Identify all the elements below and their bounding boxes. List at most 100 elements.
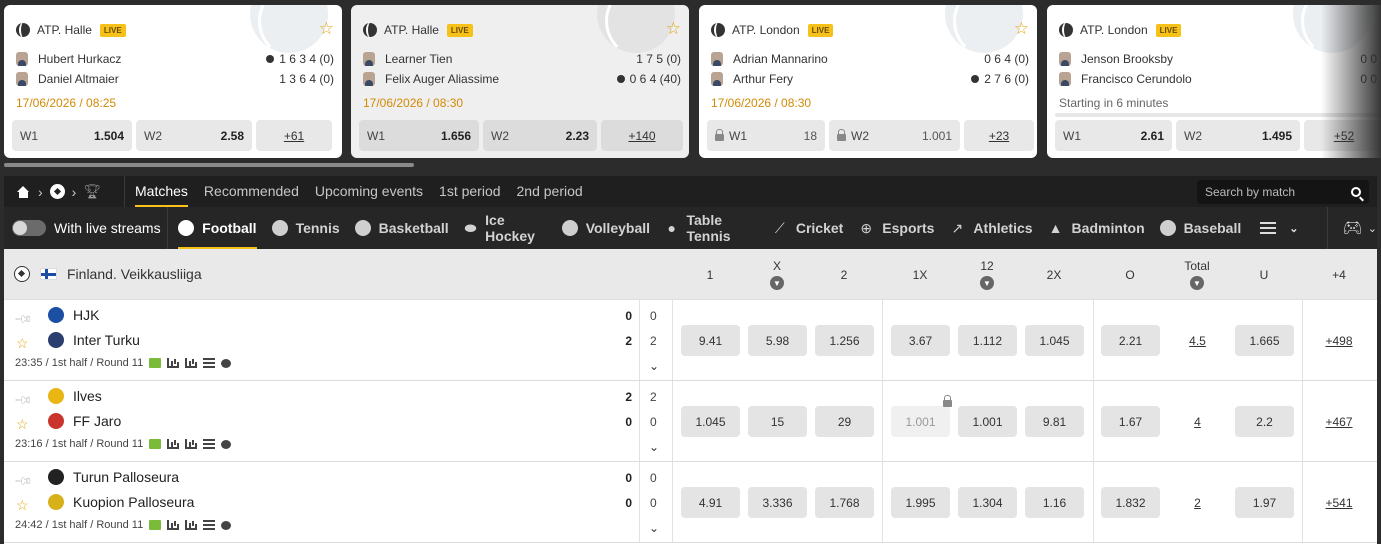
list-icon[interactable]	[203, 439, 216, 449]
pin-icon[interactable]: 📌︎	[13, 471, 34, 492]
tab-matches[interactable]: Matches	[135, 176, 188, 207]
odds-2x-button[interactable]: 1.16	[1025, 487, 1084, 518]
sport-tab-baseball[interactable]: Baseball	[1159, 207, 1241, 249]
odds-2-button[interactable]: 1.768	[815, 487, 874, 518]
odds-12-button[interactable]: 1.001	[958, 406, 1017, 437]
odds-over-button[interactable]: 1.832	[1101, 487, 1160, 518]
sport-tab-esports[interactable]: ⊕ Esports	[858, 207, 934, 249]
lineup-icon[interactable]	[221, 439, 232, 449]
sport-tab-basketball[interactable]: Basketball	[354, 207, 449, 249]
gamepad-menu[interactable]: 🎮︎ ⌄	[1327, 207, 1377, 249]
more-sports-menu[interactable]: ⌄	[1256, 207, 1298, 249]
live-streams-toggle[interactable]	[12, 220, 46, 236]
favorite-star-icon[interactable]: ☆	[16, 416, 29, 433]
odds-1x-button[interactable]: 3.67	[891, 325, 950, 356]
chart-icon[interactable]	[185, 358, 198, 368]
chevron-down-icon[interactable]: ⌄	[649, 440, 659, 454]
odds-1x-button[interactable]: 1.995	[891, 487, 950, 518]
odds-x-button[interactable]: 5.98	[748, 325, 807, 356]
lineup-icon[interactable]	[221, 358, 232, 368]
live-match-card[interactable]: ☆ ATP. Halle LIVE Hubert Hurkacz 1 6 3 4…	[4, 5, 342, 158]
match-row[interactable]: 📌︎ ☆ HJK Inter Turku 0 2 0 2 ⌄ 23:35 / 1…	[4, 300, 1377, 381]
field-icon[interactable]	[149, 358, 162, 368]
live-match-card[interactable]: ☆ ATP. London LIVE Adrian Mannarino 0 6 …	[699, 5, 1037, 158]
chevron-down-icon[interactable]: ⌄	[649, 359, 659, 373]
odds-under-button[interactable]: 1.665	[1235, 325, 1294, 356]
total-line-link[interactable]: 4	[1168, 406, 1227, 437]
tab-1st-period[interactable]: 1st period	[439, 176, 500, 207]
league-name[interactable]: Finland. Veikkausliiga	[67, 266, 202, 282]
match-row[interactable]: 📌︎ ☆ Turun Palloseura Kuopion Palloseura…	[4, 462, 1377, 543]
more-markets-link[interactable]: +467	[1309, 406, 1369, 437]
sport-tab-table-tennis[interactable]: ● Table Tennis	[665, 207, 757, 249]
list-icon[interactable]	[203, 358, 216, 368]
tab-2nd-period[interactable]: 2nd period	[517, 176, 583, 207]
pin-icon[interactable]: 📌︎	[13, 309, 34, 330]
odds-w2-button[interactable]: W2 2.23	[483, 120, 597, 151]
odds-under-button[interactable]: 2.2	[1235, 406, 1294, 437]
odds-2x-button[interactable]: 9.81	[1025, 406, 1084, 437]
chart-icon[interactable]	[185, 520, 198, 530]
more-markets-link[interactable]: +140	[601, 120, 683, 151]
lineup-icon[interactable]	[221, 520, 232, 530]
pin-icon[interactable]: 📌︎	[13, 390, 34, 411]
sport-tab-volleyball[interactable]: Volleyball	[561, 207, 650, 249]
favorite-star-icon[interactable]: ☆	[666, 20, 681, 37]
sport-tab-football[interactable]: Football	[178, 207, 258, 249]
col-header-12[interactable]: 12 ▼	[957, 249, 1017, 300]
total-line-link[interactable]: 4.5	[1168, 325, 1227, 356]
odds-w2-button[interactable]: W2 1.495	[1176, 120, 1300, 151]
favorite-star-icon[interactable]: ☆	[319, 20, 334, 37]
field-icon[interactable]	[149, 439, 162, 449]
search-input[interactable]: Search by match	[1197, 179, 1369, 204]
odds-2-button[interactable]: 1.256	[815, 325, 874, 356]
carousel-scrollbar[interactable]	[4, 163, 414, 167]
more-markets-link[interactable]: +498	[1309, 325, 1369, 356]
odds-2-button[interactable]: 29	[815, 406, 874, 437]
stats-icon[interactable]	[167, 439, 180, 449]
more-markets-link[interactable]: +541	[1309, 487, 1369, 518]
search-icon[interactable]	[1351, 186, 1361, 197]
tab-recommended[interactable]: Recommended	[204, 176, 299, 207]
football-icon[interactable]	[49, 184, 65, 199]
odds-12-button[interactable]: 1.304	[958, 487, 1017, 518]
favorite-star-icon[interactable]: ☆	[1014, 20, 1029, 37]
odds-w1-button[interactable]: W1 2.61	[1055, 120, 1172, 151]
home-icon[interactable]	[16, 185, 31, 198]
odds-over-button[interactable]: 2.21	[1101, 325, 1160, 356]
odds-1-button[interactable]: 1.045	[681, 406, 740, 437]
live-match-card[interactable]: ☆ ATP. Halle LIVE Learner Tien 1 7 5 (0)…	[351, 5, 689, 158]
odds-12-button[interactable]: 1.112	[958, 325, 1017, 356]
odds-w2-button[interactable]: W2 2.58	[136, 120, 252, 151]
tab-upcoming-events[interactable]: Upcoming events	[315, 176, 423, 207]
col-header-x[interactable]: X ▼	[747, 249, 807, 300]
col-header-total[interactable]: Total ▼	[1167, 249, 1227, 300]
favorite-star-icon[interactable]: ☆	[16, 497, 29, 514]
match-row[interactable]: 📌︎ ☆ Ilves FF Jaro 2 0 2 0 ⌄ 23:16 / 1st…	[4, 381, 1377, 462]
odds-over-button[interactable]: 1.67	[1101, 406, 1160, 437]
total-line-link[interactable]: 2	[1168, 487, 1227, 518]
chevron-down-icon[interactable]: ⌄	[649, 521, 659, 535]
trophy-icon[interactable]: 🏆︎	[83, 183, 101, 200]
stats-icon[interactable]	[167, 358, 180, 368]
odds-under-button[interactable]: 1.97	[1235, 487, 1294, 518]
odds-1-button[interactable]: 9.41	[681, 325, 740, 356]
odds-x-button[interactable]: 15	[748, 406, 807, 437]
more-markets-link[interactable]: +61	[256, 120, 332, 151]
favorite-star-icon[interactable]: ☆	[16, 335, 29, 352]
odds-1-button[interactable]: 4.91	[681, 487, 740, 518]
sport-tab-tennis[interactable]: Tennis	[271, 207, 340, 249]
sport-tab-athletics[interactable]: ↗ Athletics	[949, 207, 1033, 249]
more-markets-link[interactable]: +23	[964, 120, 1034, 151]
odds-2x-button[interactable]: 1.045	[1025, 325, 1084, 356]
chart-icon[interactable]	[185, 439, 198, 449]
sport-tab-ice-hockey[interactable]: ⬬ Ice Hockey	[464, 207, 547, 249]
sport-tab-cricket[interactable]: ⟋ Cricket	[772, 207, 843, 249]
list-icon[interactable]	[203, 520, 216, 530]
odds-w1-button[interactable]: W1 1.504	[12, 120, 132, 151]
odds-w1-button[interactable]: W1 1.656	[359, 120, 479, 151]
field-icon[interactable]	[149, 520, 162, 530]
sport-tab-badminton[interactable]: ▲ Badminton	[1048, 207, 1145, 249]
odds-x-button[interactable]: 3.336	[748, 487, 807, 518]
stats-icon[interactable]	[167, 520, 180, 530]
